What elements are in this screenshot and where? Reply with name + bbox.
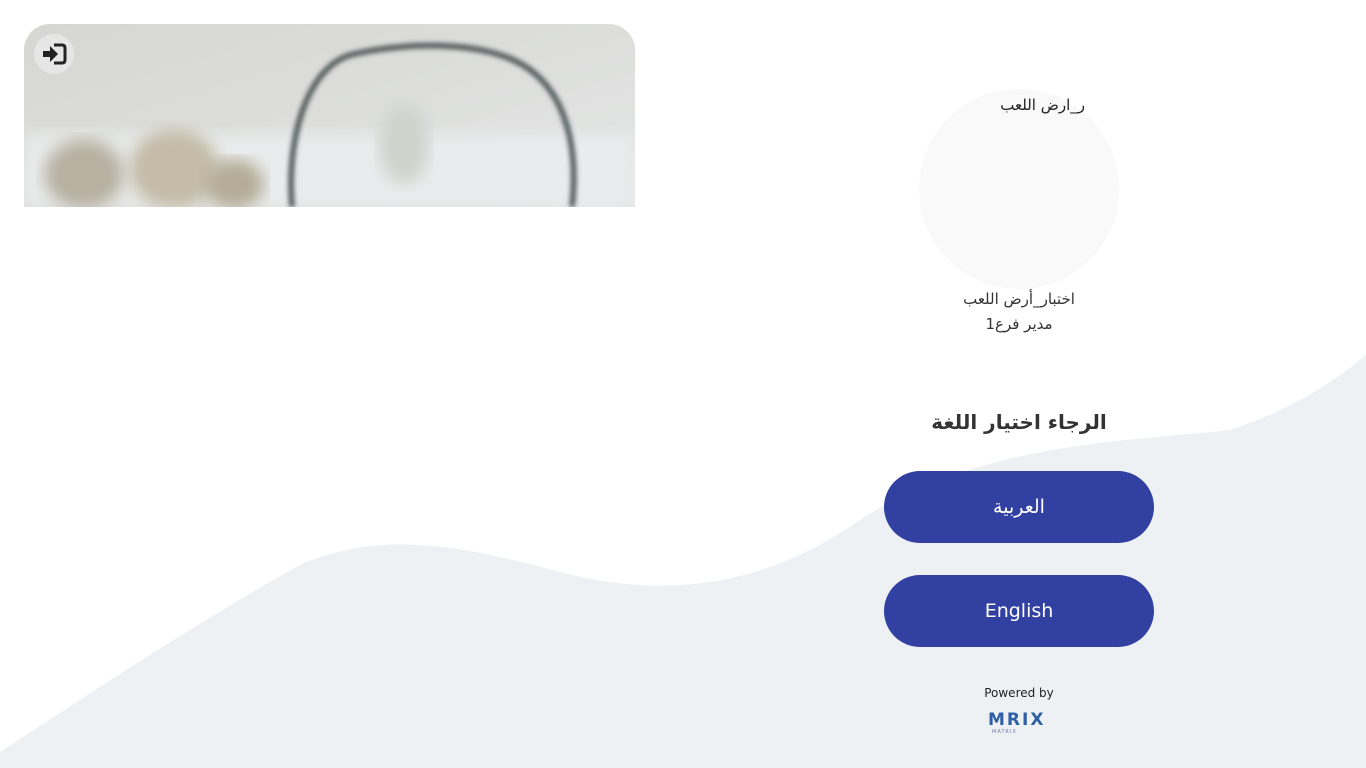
user-role: مدير فرع1 bbox=[985, 315, 1053, 333]
avatar bbox=[919, 89, 1119, 289]
brand-logo-text: MRIX bbox=[988, 710, 1046, 730]
language-prompt: الرجاء اختيار اللغة bbox=[931, 410, 1107, 434]
powered-by-label: Powered by bbox=[984, 686, 1054, 700]
brand-logo-subtext: MATRIX bbox=[992, 729, 1017, 735]
header-photo bbox=[24, 24, 635, 207]
brand-logo: MRIX MATRIX bbox=[988, 709, 1050, 741]
arabic-language-button[interactable]: العربية bbox=[884, 471, 1154, 543]
avatar-alt-text: ر_ارض اللعب bbox=[1000, 96, 1085, 114]
logout-button[interactable] bbox=[34, 34, 74, 74]
user-name: اختبار_أرض اللعب bbox=[963, 290, 1075, 308]
english-language-button[interactable]: English bbox=[884, 575, 1154, 647]
logout-icon bbox=[43, 43, 67, 65]
